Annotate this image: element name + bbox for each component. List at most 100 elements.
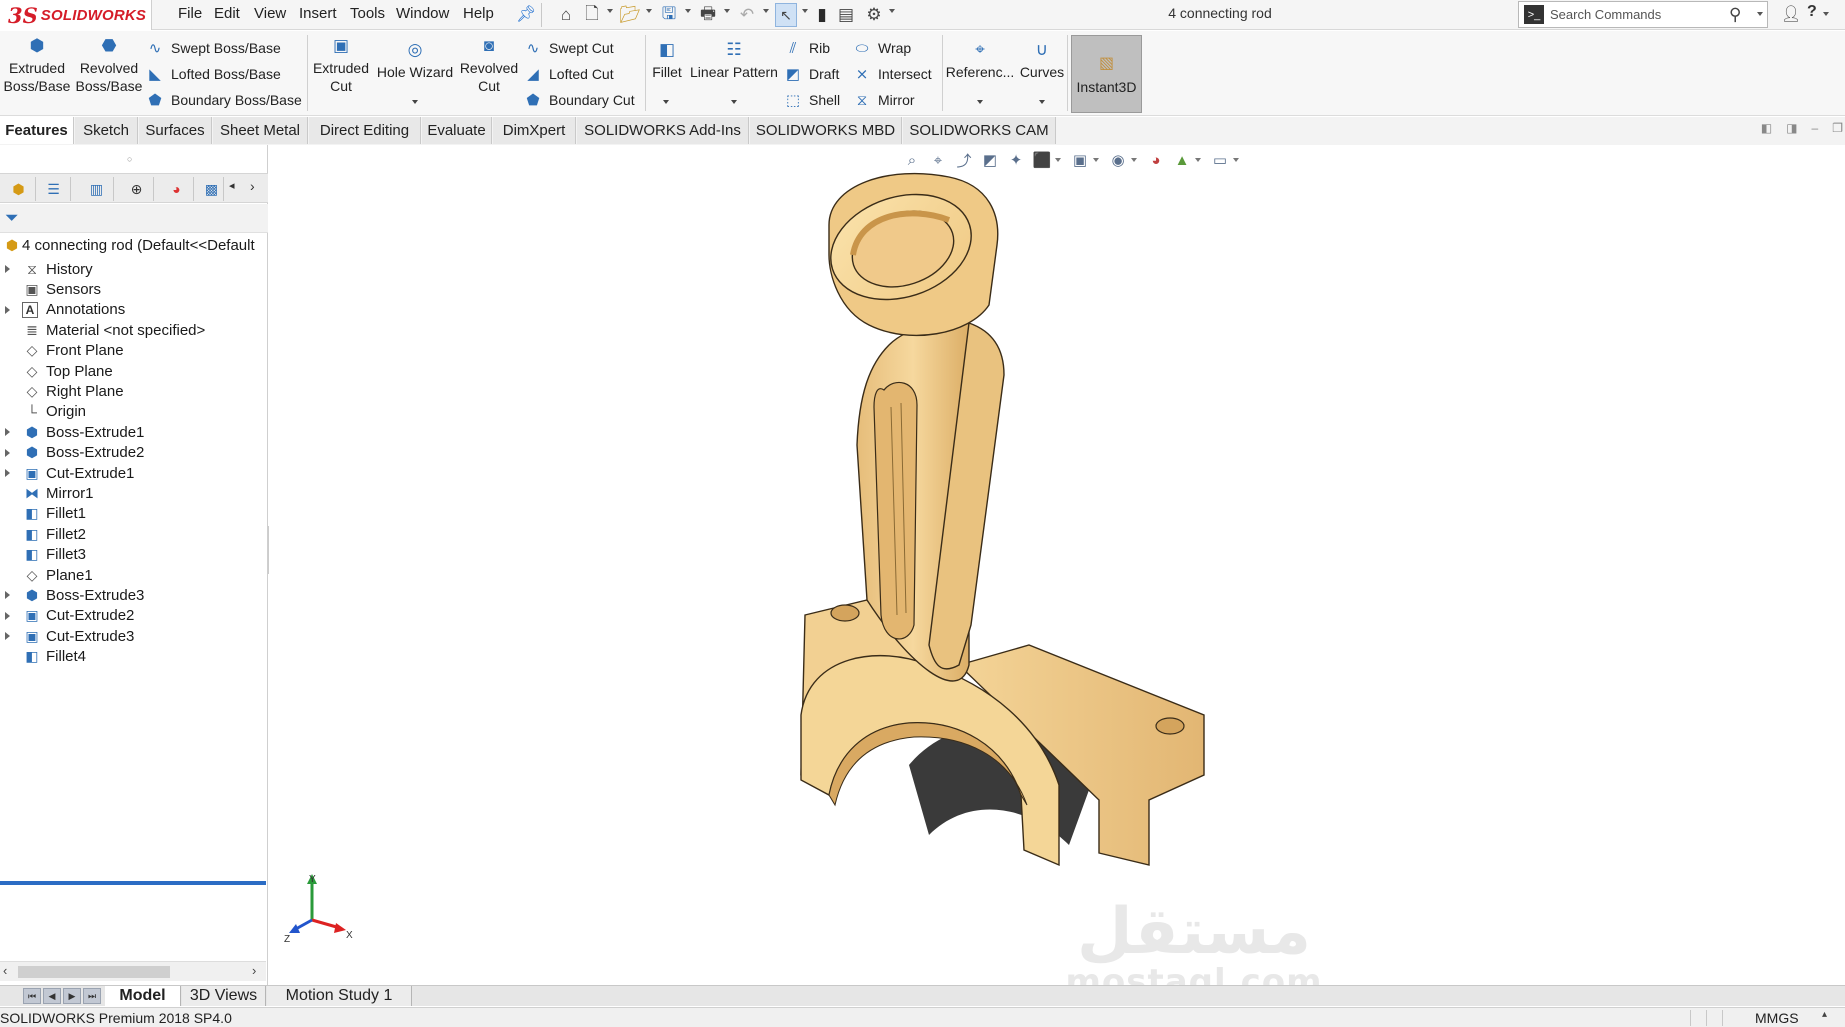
pin-menu-icon[interactable]: 📌︎ bbox=[516, 4, 536, 24]
menu-window[interactable]: Window bbox=[396, 5, 449, 22]
revolved-boss-button[interactable]: ⬣ Revolved Boss/Base bbox=[76, 35, 143, 95]
lofted-cut-button[interactable]: ◢ Lofted Cut bbox=[523, 63, 613, 85]
last-tab-icon[interactable]: ⏭ bbox=[83, 988, 101, 1004]
home-icon[interactable]: ⌂ bbox=[555, 3, 577, 27]
help-icon[interactable]: ? bbox=[1807, 3, 1817, 21]
shell-button[interactable]: ⬚ Shell bbox=[783, 89, 840, 111]
graphics-area[interactable]: ⌕ ⌖ ⤴ ◩ ✦ ⬛ ▣ ◉ ◕ ▲ ▭ Y X Z مستقل mostaq… bbox=[269, 145, 1845, 1000]
undo-dropdown-icon[interactable] bbox=[763, 9, 769, 13]
menu-edit[interactable]: Edit bbox=[214, 5, 240, 22]
hole-wizard-button[interactable]: ◎ Hole Wizard bbox=[375, 39, 455, 81]
tree-filter-row[interactable]: ⏷ bbox=[0, 204, 268, 233]
tab-solidworks-mbd[interactable]: SOLIDWORKS MBD bbox=[750, 117, 902, 144]
save-dropdown-icon[interactable] bbox=[685, 9, 691, 13]
file-properties-icon[interactable]: ▤ bbox=[836, 3, 856, 27]
units-selector[interactable]: MMGS bbox=[1755, 1010, 1799, 1026]
instant3d-button[interactable]: ▧ Instant3D bbox=[1071, 35, 1142, 113]
options-gear-icon[interactable]: ⚙ bbox=[864, 3, 884, 27]
property-manager-tab-icon[interactable]: ☰ bbox=[37, 177, 71, 201]
tab-solidworks-add-ins[interactable]: SOLIDWORKS Add-Ins bbox=[577, 117, 749, 144]
menu-insert[interactable]: Insert bbox=[299, 5, 337, 22]
units-dropdown-icon[interactable]: ▴ bbox=[1822, 1009, 1827, 1020]
fillet-button[interactable]: ◧ Fillet bbox=[648, 39, 686, 81]
connecting-rod-model[interactable] bbox=[269, 145, 1845, 985]
search-dropdown-icon[interactable] bbox=[1757, 12, 1763, 16]
hole-wizard-dropdown-icon[interactable] bbox=[412, 100, 418, 104]
pane-grip-icon[interactable]: ○ bbox=[127, 154, 132, 164]
search-box[interactable]: >_ ⚲ bbox=[1518, 1, 1768, 28]
menu-help[interactable]: Help bbox=[463, 5, 494, 22]
tab-evaluate[interactable]: Evaluate bbox=[422, 117, 492, 144]
tab-model[interactable]: Model bbox=[105, 986, 181, 1006]
boundary-boss-button[interactable]: ⬟ Boundary Boss/Base bbox=[145, 89, 301, 111]
tab-dimxpert[interactable]: DimXpert bbox=[493, 117, 576, 144]
tab-surfaces[interactable]: Surfaces bbox=[139, 117, 212, 144]
dimxpert-manager-tab-icon[interactable]: ⊕ bbox=[120, 177, 154, 201]
boundary-cut-button[interactable]: ⬟ Boundary Cut bbox=[523, 89, 634, 111]
curves-dropdown-icon[interactable] bbox=[1039, 100, 1045, 104]
restore-icon[interactable]: ❐ bbox=[1832, 121, 1843, 135]
feature-manager-tab-icon[interactable]: ⬢ bbox=[2, 177, 36, 201]
tab-solidworks-cam[interactable]: SOLIDWORKS CAM bbox=[903, 117, 1056, 144]
scrollbar-thumb[interactable] bbox=[18, 966, 170, 978]
next-tab-icon[interactable]: ▶ bbox=[63, 988, 81, 1004]
extruded-cut-button[interactable]: ▣ Extruded Cut bbox=[312, 35, 370, 95]
print-dropdown-icon[interactable] bbox=[724, 9, 730, 13]
tree-horizontal-scrollbar[interactable]: ‹ › bbox=[0, 961, 266, 981]
previous-tab-icon[interactable]: ◀ bbox=[43, 988, 61, 1004]
tab-sheet-metal[interactable]: Sheet Metal bbox=[213, 117, 308, 144]
tab-sketch[interactable]: Sketch bbox=[75, 117, 138, 144]
scroll-right-icon[interactable]: › bbox=[252, 963, 256, 978]
expand-arrow-icon[interactable] bbox=[5, 428, 10, 437]
search-input[interactable] bbox=[1550, 7, 1725, 22]
tree-item-fillet4[interactable]: ◧ Fillet4 bbox=[0, 645, 268, 669]
tab-3d-views[interactable]: 3D Views bbox=[182, 986, 266, 1006]
filter-icon[interactable]: ⏷ bbox=[5, 208, 19, 228]
display-manager-tab-icon[interactable]: ◕ bbox=[160, 177, 194, 201]
lofted-boss-button[interactable]: ◣ Lofted Boss/Base bbox=[145, 63, 281, 85]
cam-manager-tab-icon[interactable]: ▩ bbox=[200, 177, 224, 201]
swept-boss-button[interactable]: ∿ Swept Boss/Base bbox=[145, 37, 281, 59]
intersect-button[interactable]: ⨯ Intersect bbox=[852, 63, 932, 85]
menu-tools[interactable]: Tools bbox=[350, 5, 385, 22]
swept-cut-button[interactable]: ∿ Swept Cut bbox=[523, 37, 614, 59]
help-dropdown-icon[interactable] bbox=[1823, 12, 1829, 16]
select-cursor-icon[interactable]: ↖ bbox=[775, 3, 797, 27]
tree-root-part[interactable]: ⬢ 4 connecting rod (Default<<Default bbox=[0, 233, 268, 257]
curves-button[interactable]: ∪ Curves bbox=[1018, 39, 1066, 81]
fillet-dropdown-icon[interactable] bbox=[663, 100, 669, 104]
expand-arrow-icon[interactable] bbox=[5, 305, 10, 314]
reference-geometry-button[interactable]: ⌖ Referenc... bbox=[946, 39, 1014, 81]
expand-arrow-icon[interactable] bbox=[5, 632, 10, 641]
new-dropdown-icon[interactable] bbox=[607, 9, 613, 13]
expand-arrow-icon[interactable] bbox=[5, 611, 10, 620]
linear-pattern-dropdown-icon[interactable] bbox=[731, 100, 737, 104]
user-account-icon[interactable]: 👤︎ bbox=[1781, 4, 1801, 24]
split-left-icon[interactable]: ◧ bbox=[1761, 121, 1772, 135]
print-icon[interactable]: 🖶 bbox=[697, 3, 719, 27]
rib-button[interactable]: ⫽ Rib bbox=[783, 37, 830, 59]
new-document-icon[interactable]: 🗋 bbox=[582, 3, 602, 27]
draft-button[interactable]: ◩ Draft bbox=[783, 63, 839, 85]
open-dropdown-icon[interactable] bbox=[646, 9, 652, 13]
tabs-scroll-right-icon[interactable]: › bbox=[250, 178, 255, 194]
save-icon[interactable]: 🖫 bbox=[658, 3, 680, 27]
reference-dropdown-icon[interactable] bbox=[977, 100, 983, 104]
expand-arrow-icon[interactable] bbox=[5, 448, 10, 457]
extruded-boss-button[interactable]: ⬢ Extruded Boss/Base bbox=[4, 35, 71, 95]
traffic-light-icon[interactable]: ▮ bbox=[814, 3, 830, 27]
options-dropdown-icon[interactable] bbox=[889, 9, 895, 13]
first-tab-icon[interactable]: ⏮ bbox=[23, 988, 41, 1004]
minimize-icon[interactable]: – bbox=[1812, 121, 1819, 135]
revolved-cut-button[interactable]: ◙ Revolved Cut bbox=[460, 35, 518, 95]
mirror-button[interactable]: ⧖ Mirror bbox=[852, 89, 915, 111]
open-folder-icon[interactable]: 📂︎ bbox=[619, 3, 641, 27]
tab-direct-editing[interactable]: Direct Editing bbox=[309, 117, 421, 144]
expand-arrow-icon[interactable] bbox=[5, 265, 10, 273]
scroll-left-icon[interactable]: ‹ bbox=[3, 963, 7, 978]
tab-motion-study[interactable]: Motion Study 1 bbox=[267, 986, 412, 1006]
solidworks-logo[interactable]: 3S SOLIDWORKS bbox=[0, 0, 152, 30]
rollback-bar[interactable] bbox=[0, 881, 266, 885]
expand-arrow-icon[interactable] bbox=[5, 469, 10, 477]
configuration-manager-tab-icon[interactable]: ▥ bbox=[80, 177, 114, 201]
